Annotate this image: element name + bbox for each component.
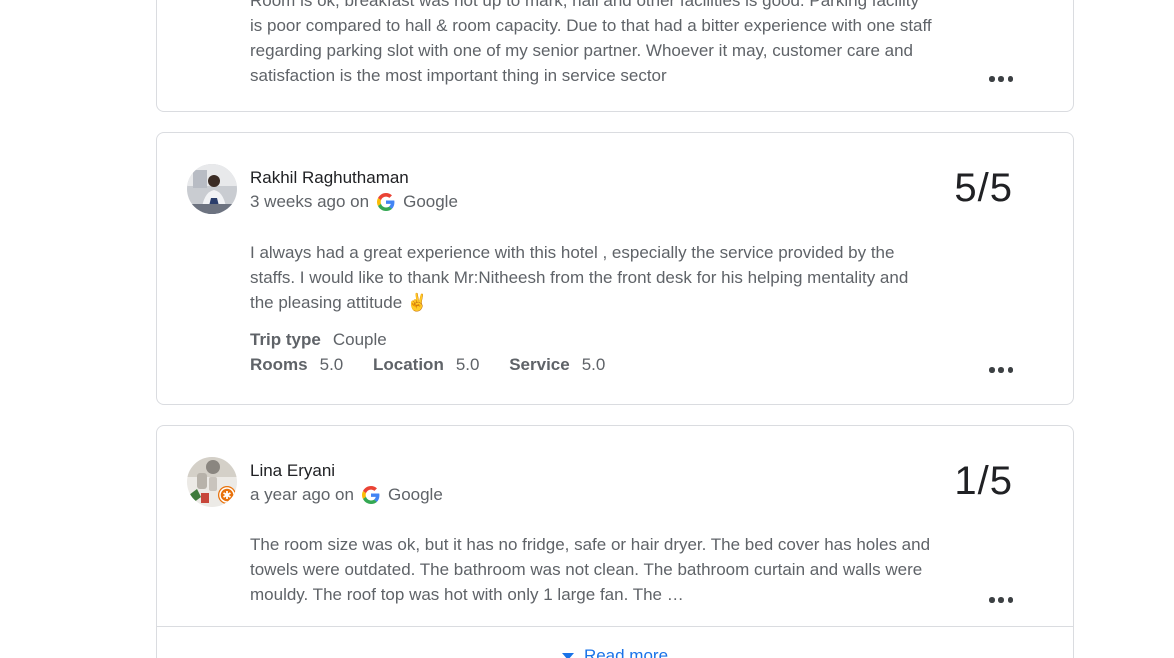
location-value: 5.0 <box>455 355 480 374</box>
trip-type-label: Trip type <box>250 330 321 349</box>
review-card: Rakhil Raghuthaman 3 weeks ago on Google… <box>156 132 1074 405</box>
review-text-line: The room size was ok, but it has no frid… <box>250 535 931 554</box>
avatar[interactable]: ✱ <box>187 457 237 507</box>
review-card: Room is ok, breakfast was not up to mark… <box>156 0 1074 112</box>
review-text-line: regarding parking slot with one of my se… <box>250 41 913 60</box>
review-source: Google <box>387 485 443 504</box>
service-label: Service <box>509 355 570 374</box>
review-text: The room size was ok, but it has no frid… <box>250 532 980 607</box>
avatar[interactable] <box>187 164 237 214</box>
caret-down-icon <box>561 653 574 658</box>
review-text-line: is poor compared to hall & room capacity… <box>250 16 932 35</box>
review-text-line: the pleasing attitude ✌ <box>250 293 429 312</box>
review-text-line: satisfaction is the most important thing… <box>250 66 667 85</box>
more-options-icon[interactable] <box>989 74 1013 84</box>
review-text-line: towels were outdated. The bathroom was n… <box>250 560 923 579</box>
divider <box>157 626 1073 627</box>
rooms-value: 5.0 <box>319 355 344 374</box>
reviewer-name[interactable]: Lina Eryani <box>250 461 335 481</box>
review-text-line: mouldy. The roof top was hot with only 1… <box>250 585 684 604</box>
read-more-button[interactable]: Read more <box>157 646 1073 658</box>
read-more-label: Read more <box>583 646 669 658</box>
review-text-line: I always had a great experience with thi… <box>250 243 895 262</box>
more-options-icon[interactable] <box>989 365 1013 375</box>
review-score: 1/5 <box>954 459 1013 503</box>
review-score: 5/5 <box>954 166 1013 210</box>
reviewer-name[interactable]: Rakhil Raghuthaman <box>250 168 409 188</box>
review-time: 3 weeks ago on <box>250 192 370 211</box>
review-time: a year ago on <box>250 485 354 504</box>
review-meta: a year ago on Google <box>250 485 443 505</box>
review-text-line: staffs. I would like to thank Mr:Nithees… <box>250 268 909 287</box>
svg-text:✱: ✱ <box>222 489 231 502</box>
reviews-page: Room is ok, breakfast was not up to mark… <box>0 0 1174 658</box>
rooms-label: Rooms <box>250 355 308 374</box>
location-label: Location <box>373 355 444 374</box>
more-options-icon[interactable] <box>989 595 1013 605</box>
review-text-line: Room is ok, breakfast was not up to mark… <box>250 0 919 10</box>
review-source: Google <box>403 192 458 211</box>
review-card: ✱ Lina Eryani a year ago on Google 1/5 T… <box>156 425 1074 658</box>
review-text: Room is ok, breakfast was not up to mark… <box>250 0 980 88</box>
trip-type-value: Couple <box>332 330 387 349</box>
google-g-icon <box>361 486 380 504</box>
review-meta: 3 weeks ago on Google <box>250 192 458 212</box>
review-text: I always had a great experience with thi… <box>250 240 980 315</box>
service-value: 5.0 <box>581 355 606 374</box>
subratings-row: Rooms 5.0 Location 5.0 Service 5.0 <box>250 352 630 377</box>
trip-type-row: Trip type Couple <box>250 327 412 352</box>
google-g-icon <box>377 193 395 211</box>
